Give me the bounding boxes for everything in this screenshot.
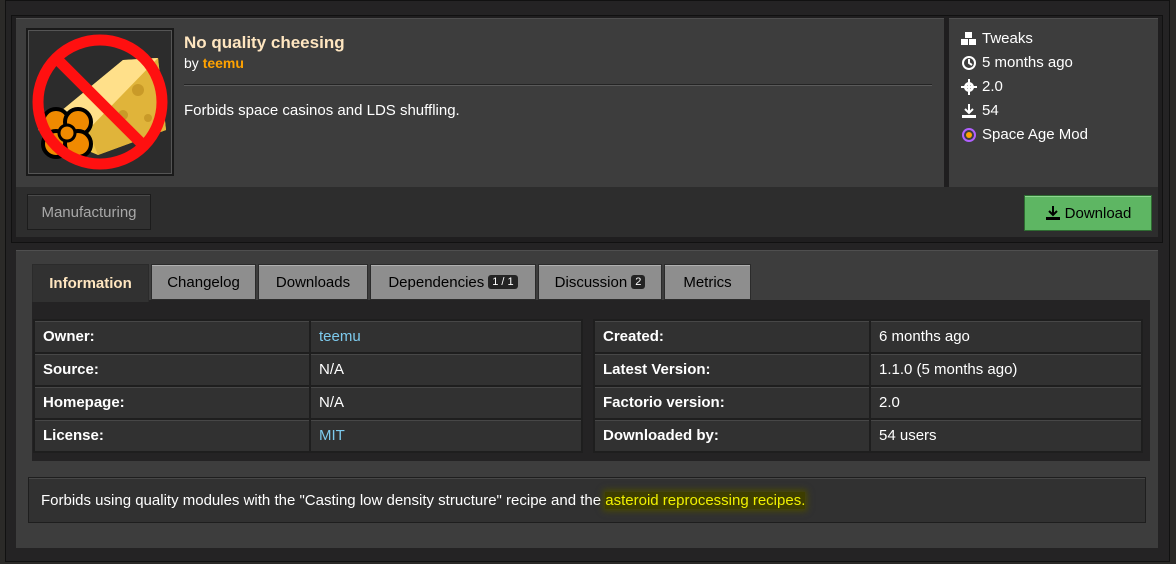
cubes-icon (960, 31, 978, 47)
table-row: Source: N/A (33, 352, 583, 387)
meta-version: 2.0 (960, 78, 1003, 95)
info-table-right: Created: 6 months ago Latest Version: 1.… (593, 319, 1143, 453)
gear-icon (960, 78, 978, 95)
factorio-version-key: Factorio version: (593, 385, 871, 420)
downloaded-by-value: 54 users (869, 418, 1143, 453)
mod-description: Forbids using quality modules with the "… (28, 477, 1146, 523)
homepage-key: Homepage: (33, 385, 311, 420)
download-icon (1045, 206, 1060, 220)
mod-tag-bar (16, 187, 1158, 237)
meta-dlc: Space Age Mod (960, 126, 1088, 143)
owner-key: Owner: (33, 319, 311, 354)
created-key: Created: (593, 319, 871, 354)
meta-category[interactable]: Tweaks (960, 30, 1033, 47)
meta-updated: 5 months ago (960, 54, 1073, 71)
meta-category-text: Tweaks (982, 30, 1033, 47)
discussion-badge: 2 (631, 275, 646, 289)
by-label: by (184, 55, 199, 71)
tab-discussion[interactable]: Discussion 2 (538, 264, 662, 300)
tab-dependencies[interactable]: Dependencies 1 / 1 (370, 264, 536, 300)
latest-version-value: 1.1.0 (5 months ago) (869, 352, 1143, 387)
owner-link[interactable]: teemu (309, 319, 583, 354)
tab-label: Dependencies (388, 273, 485, 291)
tab-label: Information (49, 275, 132, 292)
title-divider (184, 84, 932, 86)
mod-thumbnail[interactable] (26, 28, 174, 176)
table-row: Created: 6 months ago (593, 319, 1143, 354)
tab-downloads[interactable]: Downloads (258, 264, 368, 300)
meta-dlc-text: Space Age Mod (982, 126, 1088, 143)
tag-manufacturing[interactable]: Manufacturing (27, 194, 151, 230)
space-age-icon (960, 127, 978, 143)
description-highlight: asteroid reprocessing recipes. (605, 491, 806, 509)
source-key: Source: (33, 352, 311, 387)
table-row: Downloaded by: 54 users (593, 418, 1143, 453)
factorio-version-value: 2.0 (869, 385, 1143, 420)
history-icon (960, 55, 978, 71)
source-value: N/A (309, 352, 583, 387)
download-label: Download (1064, 204, 1132, 222)
latest-version-key: Latest Version: (593, 352, 871, 387)
meta-downloads: 54 (960, 102, 999, 119)
created-value: 6 months ago (869, 319, 1143, 354)
downloaded-by-key: Downloaded by: (593, 418, 871, 453)
info-table-left: Owner: teemu Source: N/A Homepage: N/A L… (33, 319, 583, 453)
mod-summary: Forbids space casinos and LDS shuffling. (184, 102, 460, 119)
tab-changelog[interactable]: Changelog (151, 264, 256, 300)
download-icon (960, 103, 978, 119)
tab-label: Downloads (275, 273, 351, 291)
tab-label: Discussion (554, 273, 628, 291)
homepage-value: N/A (309, 385, 583, 420)
meta-version-text: 2.0 (982, 78, 1003, 95)
dependencies-badge: 1 / 1 (488, 275, 518, 289)
tab-information[interactable]: Information (32, 264, 149, 302)
tab-label: Metrics (683, 273, 732, 291)
description-text: Forbids using quality modules with the "… (41, 491, 606, 509)
no-cheese-icon (32, 34, 168, 170)
table-row: Owner: teemu (33, 319, 583, 354)
meta-downloads-text: 54 (982, 102, 999, 119)
tab-metrics[interactable]: Metrics (664, 264, 751, 300)
mod-byline: by teemu (184, 55, 244, 71)
download-button[interactable]: Download (1024, 195, 1152, 231)
tab-label: Changelog (167, 273, 240, 291)
table-row: License: MIT (33, 418, 583, 453)
table-row: Homepage: N/A (33, 385, 583, 420)
table-row: Factorio version: 2.0 (593, 385, 1143, 420)
license-link[interactable]: MIT (309, 418, 583, 453)
license-key: License: (33, 418, 311, 453)
mod-title[interactable]: No quality cheesing (184, 33, 345, 53)
meta-updated-text: 5 months ago (982, 54, 1073, 71)
table-row: Latest Version: 1.1.0 (5 months ago) (593, 352, 1143, 387)
author-link[interactable]: teemu (203, 55, 244, 71)
